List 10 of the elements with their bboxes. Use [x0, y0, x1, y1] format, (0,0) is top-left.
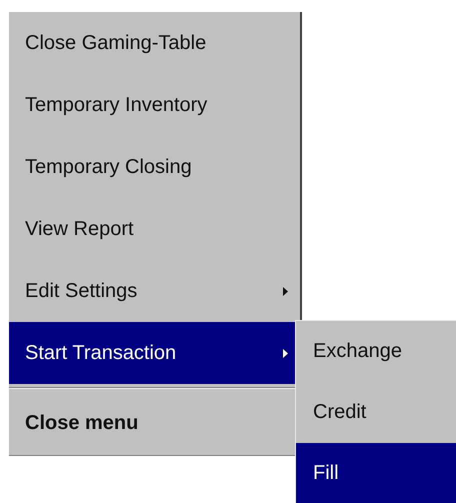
menu-item[interactable]: Edit Settings — [9, 260, 300, 322]
close-menu-item[interactable]: Close menu — [9, 391, 294, 455]
menu-item[interactable]: Temporary Closing — [9, 136, 300, 198]
submenu-arrow-icon — [283, 348, 288, 358]
menu-item[interactable]: Close Gaming-Table — [9, 12, 300, 74]
menu-item[interactable]: View Report — [9, 198, 300, 260]
submenu-item[interactable]: Credit — [296, 382, 456, 443]
menu-item[interactable]: Temporary Inventory — [9, 74, 300, 136]
submenu-item[interactable]: Fill — [296, 443, 456, 503]
submenu-arrow-icon — [283, 286, 288, 296]
